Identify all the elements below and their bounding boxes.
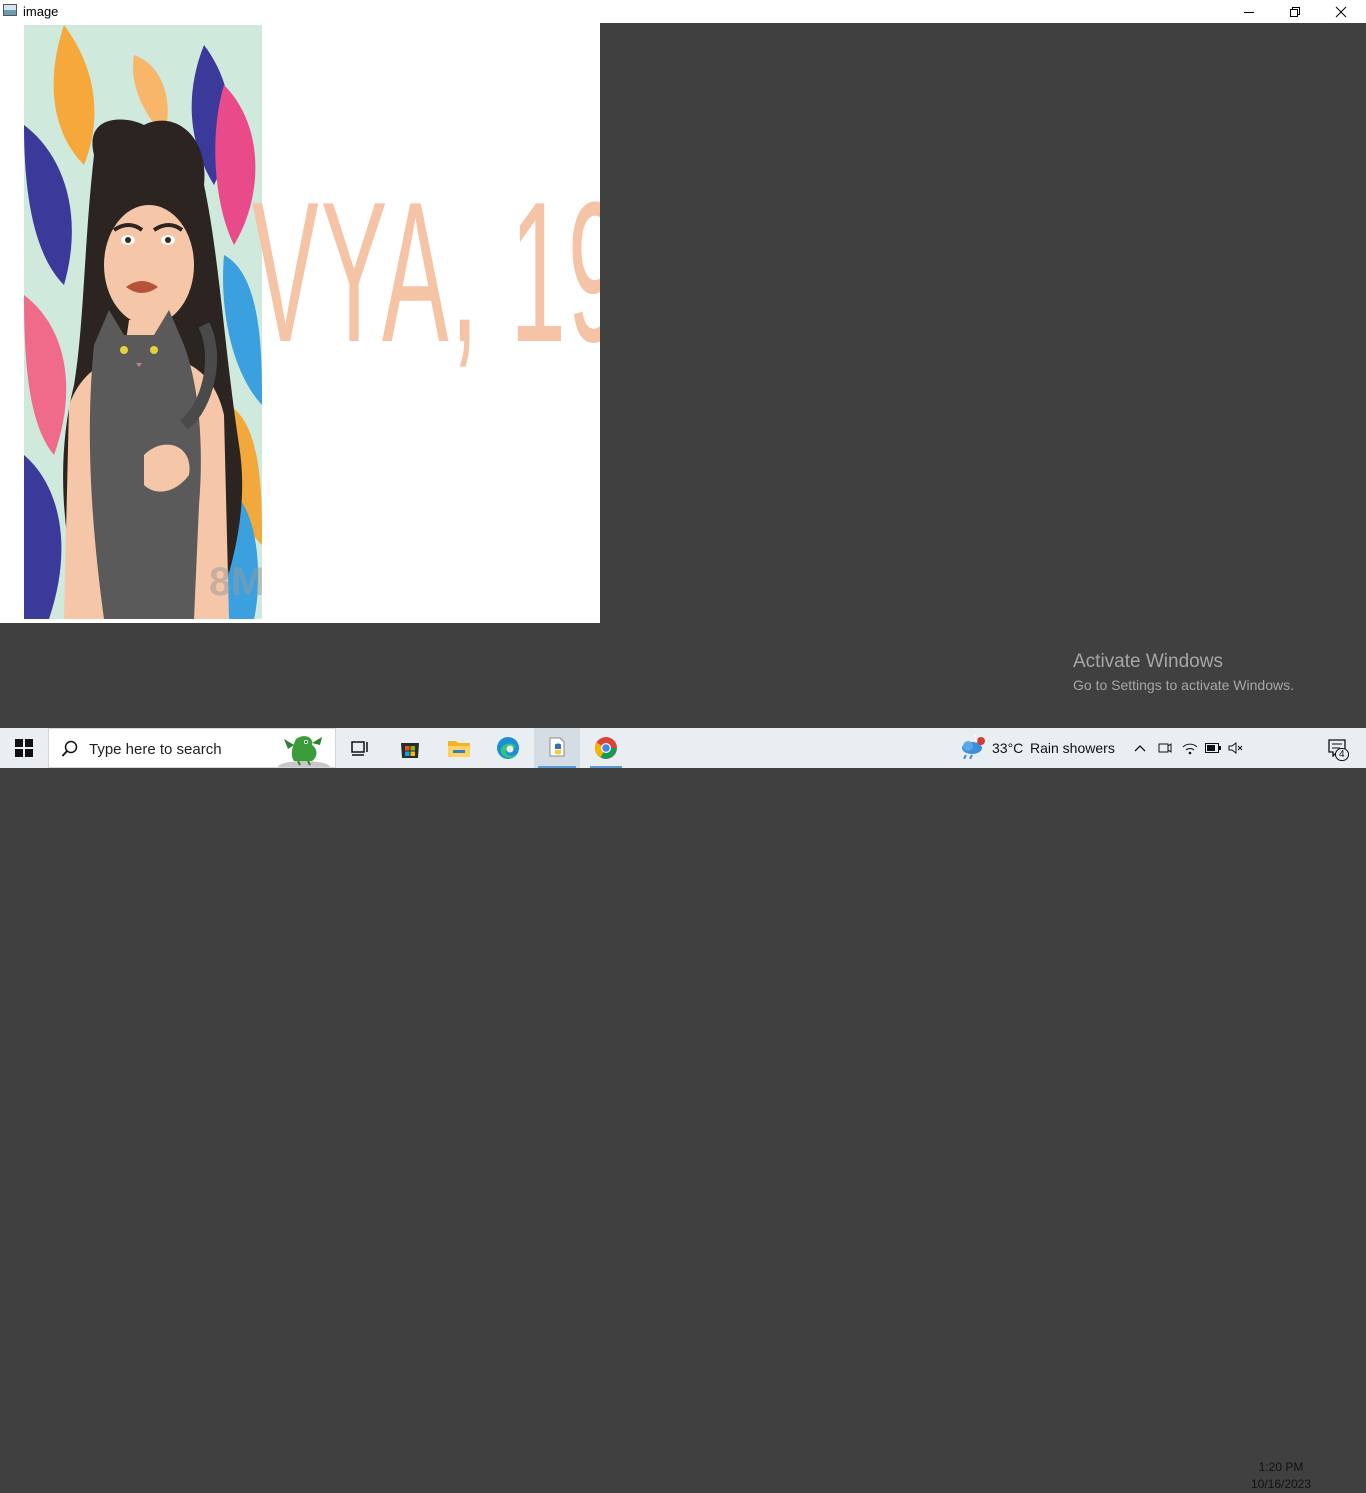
show-hidden-icons-button[interactable] <box>1130 728 1150 768</box>
rain-cloud-icon <box>962 737 985 759</box>
weather-condition[interactable]: Rain showers <box>1030 740 1115 756</box>
weather-temp[interactable]: 33°C <box>992 740 1023 756</box>
minimize-button[interactable] <box>1226 0 1272 23</box>
svg-text:8M: 8M <box>209 560 262 604</box>
python-icon <box>549 737 565 757</box>
volume-button[interactable] <box>1226 728 1246 768</box>
close-button[interactable] <box>1318 0 1364 23</box>
overlay-text: VYA, 192 <box>252 161 600 384</box>
activate-windows-watermark: Activate Windows Go to Settings to activ… <box>1073 651 1294 693</box>
restore-icon <box>1290 6 1300 17</box>
taskbar-chrome[interactable] <box>584 728 628 768</box>
clock[interactable]: 1:20 PM 10/16/2023 <box>1250 1459 1312 1493</box>
task-view-button[interactable] <box>340 728 380 768</box>
windows-logo-icon <box>15 739 33 757</box>
task-view-icon <box>351 741 368 756</box>
window-titlebar: image <box>0 0 1366 23</box>
clock-date: 10/16/2023 <box>1250 1477 1312 1491</box>
dragon-mascot-icon <box>278 736 330 767</box>
taskbar-file-explorer[interactable] <box>437 728 481 768</box>
camera-icon <box>1158 743 1172 753</box>
volume-muted-icon <box>1228 742 1243 754</box>
battery-button[interactable] <box>1203 728 1223 768</box>
clock-time: 1:20 PM <box>1258 1460 1304 1474</box>
activate-windows-subtitle: Go to Settings to activate Windows. <box>1073 677 1294 693</box>
close-icon <box>1335 6 1347 17</box>
window-title: image <box>23 4 59 19</box>
search-box[interactable]: Type here to search <box>48 728 336 768</box>
woman-with-cat-illustration: 8M <box>24 25 262 619</box>
minimize-icon <box>1244 11 1254 13</box>
taskbar-edge[interactable] <box>486 728 530 768</box>
chevron-up-icon <box>1134 745 1146 752</box>
notifications-count: 4 <box>1335 748 1349 761</box>
image-canvas: 8M VYA, 192 <box>0 23 600 623</box>
taskbar-python-active[interactable] <box>534 728 580 768</box>
wifi-icon <box>1182 743 1198 755</box>
microsoft-store-icon <box>401 743 419 758</box>
meet-now-button[interactable] <box>1155 728 1175 768</box>
edge-icon <box>497 737 519 759</box>
weather-badge: 1 <box>973 733 979 743</box>
file-explorer-icon <box>448 741 470 757</box>
restore-button[interactable] <box>1272 0 1318 23</box>
start-button[interactable] <box>0 728 48 768</box>
image-window-icon <box>3 4 17 16</box>
battery-icon <box>1205 743 1221 753</box>
network-button[interactable] <box>1180 728 1200 768</box>
search-icon <box>61 740 78 757</box>
chrome-icon <box>595 737 617 759</box>
weather-widget-icon-wrap[interactable] <box>958 728 986 768</box>
taskbar-microsoft-store[interactable] <box>388 728 432 768</box>
activate-windows-title: Activate Windows <box>1073 651 1223 672</box>
search-placeholder: Type here to search <box>89 741 222 758</box>
